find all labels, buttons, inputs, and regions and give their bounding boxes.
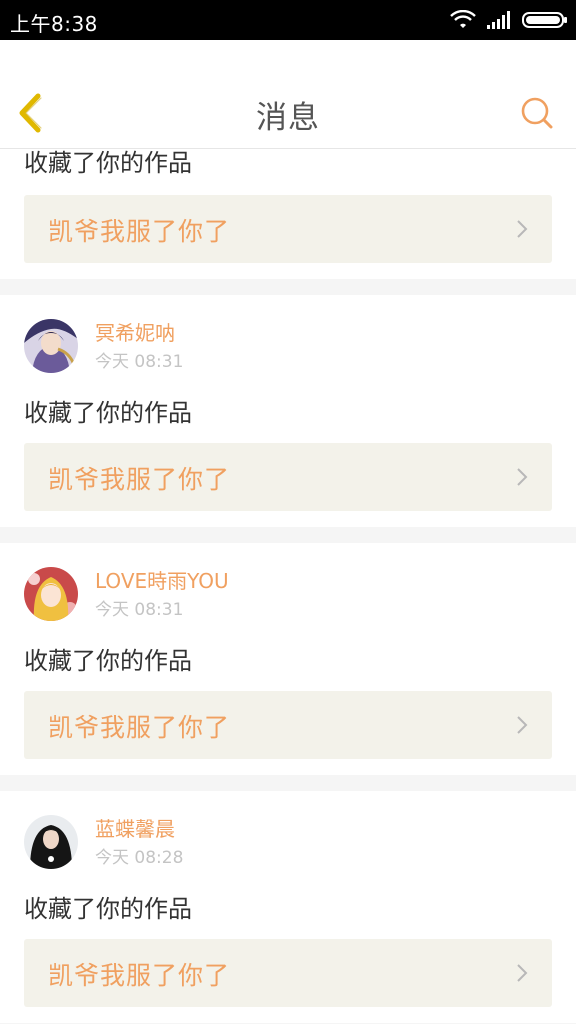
work-title: 凯爷我服了你了 xyxy=(48,217,231,246)
page-title: 消息 xyxy=(256,100,320,136)
list-divider xyxy=(0,527,576,543)
list-divider xyxy=(0,775,576,791)
search-button[interactable] xyxy=(520,96,554,130)
timestamp: 今天 08:31 xyxy=(95,600,184,620)
message-list[interactable]: 收藏了你的作品 凯爷我服了你了 冥希妮呐 今天 08:31 收藏了你的作品 凯爷… xyxy=(0,149,576,1024)
chevron-right-icon xyxy=(517,220,528,238)
action-text: 收藏了你的作品 xyxy=(24,895,192,923)
work-card[interactable]: 凯爷我服了你了 xyxy=(24,195,552,263)
chevron-right-icon xyxy=(517,964,528,982)
username[interactable]: LOVE時雨YOU xyxy=(95,569,229,593)
avatar[interactable] xyxy=(24,815,78,869)
list-item: LOVE時雨YOU 今天 08:31 收藏了你的作品 凯爷我服了你了 xyxy=(0,543,576,775)
work-card[interactable]: 凯爷我服了你了 xyxy=(24,691,552,759)
search-icon xyxy=(521,97,553,129)
work-card[interactable]: 凯爷我服了你了 xyxy=(24,443,552,511)
action-text: 收藏了你的作品 xyxy=(24,149,192,177)
app-header: 消息 xyxy=(0,40,576,149)
username[interactable]: 蓝蝶馨晨 xyxy=(95,817,183,841)
avatar[interactable] xyxy=(24,567,78,621)
battery-icon xyxy=(522,12,567,28)
list-item: 蓝蝶馨晨 今天 08:28 收藏了你的作品 凯爷我服了你了 xyxy=(0,791,576,1023)
list-item: 冥希妮呐 今天 08:31 收藏了你的作品 凯爷我服了你了 xyxy=(0,295,576,527)
action-text: 收藏了你的作品 xyxy=(24,399,192,427)
list-divider xyxy=(0,279,576,295)
chevron-right-icon xyxy=(517,716,528,734)
status-bar: 上午8:38 xyxy=(0,0,576,40)
signal-icon xyxy=(487,11,510,29)
timestamp: 今天 08:31 xyxy=(95,352,184,372)
wifi-icon xyxy=(450,10,476,28)
status-time: 上午8:38 xyxy=(10,12,98,36)
timestamp: 今天 08:28 xyxy=(95,848,184,868)
list-item: 收藏了你的作品 凯爷我服了你了 xyxy=(0,149,576,279)
action-text: 收藏了你的作品 xyxy=(24,647,192,675)
avatar[interactable] xyxy=(24,319,78,373)
chevron-right-icon xyxy=(517,468,528,486)
work-title: 凯爷我服了你了 xyxy=(48,713,231,742)
work-card[interactable]: 凯爷我服了你了 xyxy=(24,939,552,1007)
status-icons xyxy=(450,9,568,31)
work-title: 凯爷我服了你了 xyxy=(48,465,231,494)
username[interactable]: 冥希妮呐 xyxy=(95,321,183,345)
work-title: 凯爷我服了你了 xyxy=(48,961,231,990)
